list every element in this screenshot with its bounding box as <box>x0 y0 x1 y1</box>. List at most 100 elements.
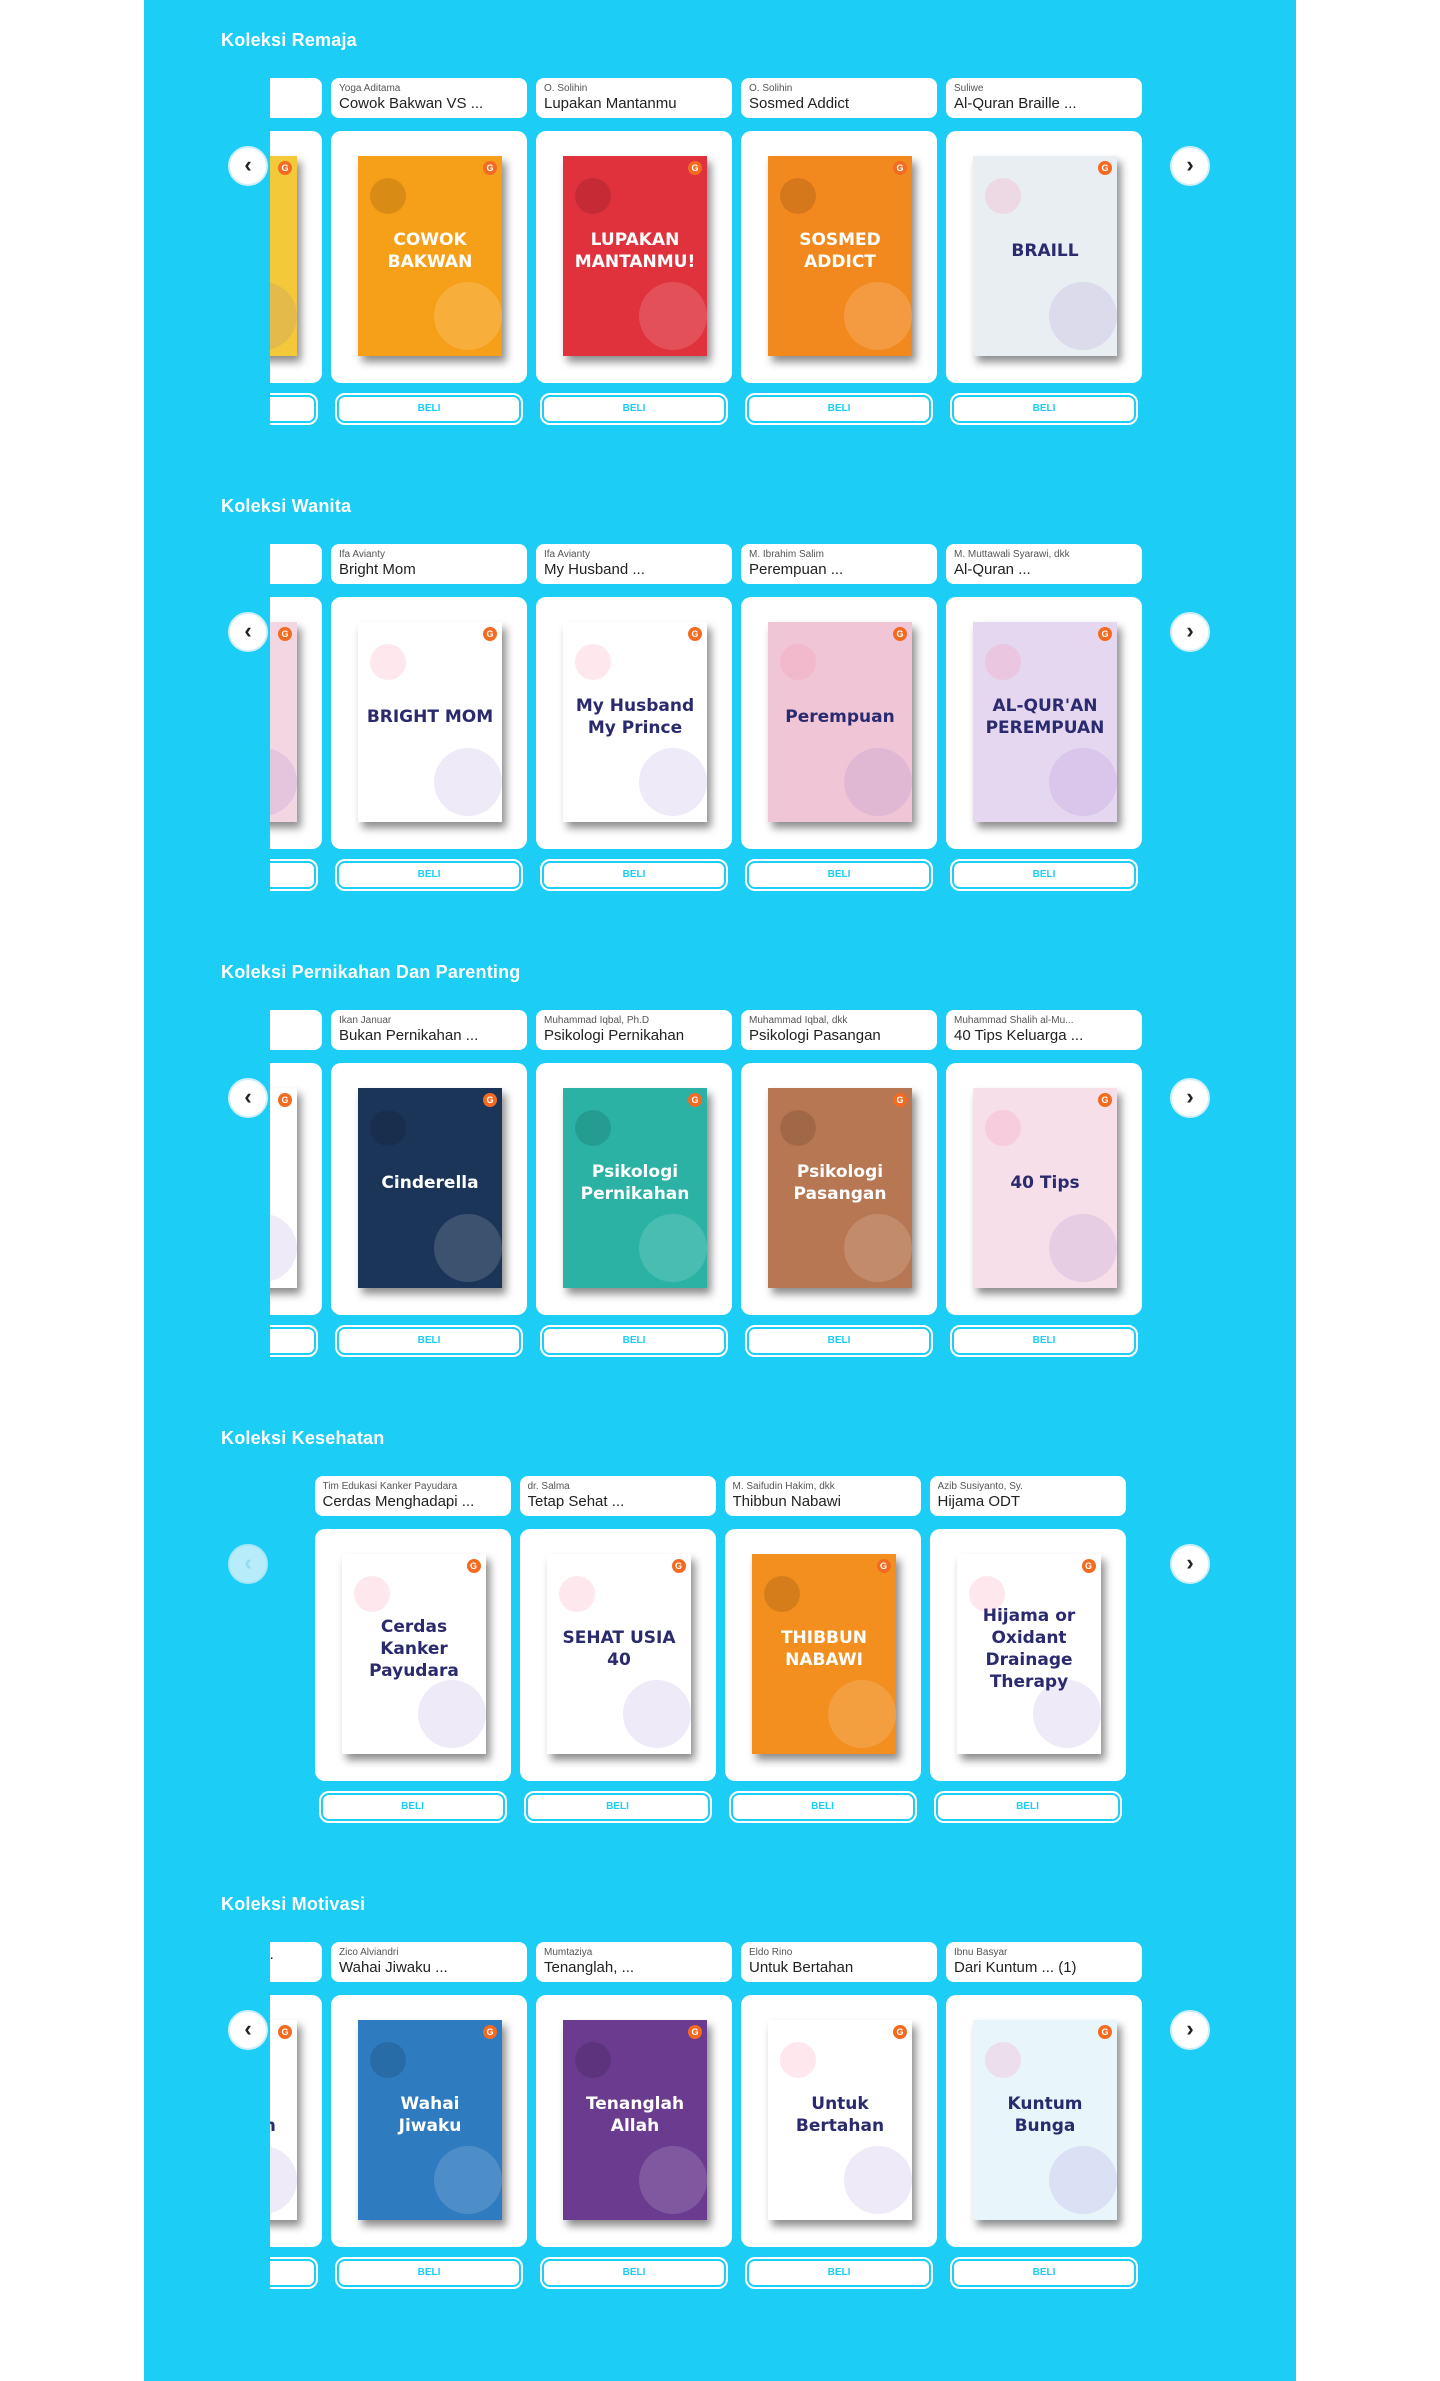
book-cover-frame[interactable]: 40 Tips G <box>946 1063 1142 1315</box>
buy-button[interactable]: BELI <box>950 859 1138 891</box>
book-title[interactable]: Thibbun Nabawi <box>733 1493 913 1511</box>
book-header[interactable]: M. Ibrahim Salim Perempuan ... <box>741 544 937 584</box>
book-title[interactable]: Lupakan Mantanmu <box>544 95 724 113</box>
book-title[interactable]: Dari Kuntum ... (1) <box>954 1959 1134 1977</box>
book-cover-image[interactable]: Untuk Bertahan G <box>768 2020 912 2220</box>
book-cover-image[interactable]: Cerdas Kanker Payudara G <box>341 1554 486 1754</box>
book-header[interactable]: Muhammad Iqbal, Ph.D Psikologi Pernikahan <box>536 1010 732 1050</box>
buy-button[interactable]: BELI <box>523 1791 712 1823</box>
book-header[interactable]: dr. Salma Tetap Sehat ... <box>519 1476 716 1516</box>
book-title[interactable]: Psikologi Pasangan <box>749 1027 929 1045</box>
buy-button[interactable]: BELI <box>540 2257 728 2289</box>
buy-button[interactable]: BELI <box>335 2257 523 2289</box>
book-cover-image[interactable]: THIBBUN NABAWI G <box>751 1554 896 1754</box>
book-title[interactable]: Tetap Sehat ... <box>528 1493 708 1511</box>
book-header[interactable]: Tim Edukasi Kanker Payudara Cerdas Mengha… <box>314 1476 511 1516</box>
book-header[interactable]: Wajah Wajah Suami <box>270 1010 322 1050</box>
book-title[interactable]: Hijama ODT <box>938 1493 1118 1511</box>
book-header[interactable]: Mumtaziya Tenanglah, ... <box>536 1942 732 1982</box>
book-title[interactable]: Wahai Jiwaku ... <box>339 1959 519 1977</box>
buy-button[interactable]: BELI <box>270 859 318 891</box>
book-header[interactable]: Ensiklopedi Doa ... <box>270 544 322 584</box>
book-title[interactable]: Al-Quran Braille ... <box>954 95 1134 113</box>
book-title[interactable]: Cerdas Menghadapi ... <box>323 1493 503 1511</box>
book-cover-image[interactable]: Psikologi Pasangan G <box>768 1088 912 1288</box>
book-header[interactable]: Zico Alviandri Wahai Jiwaku ... <box>331 1942 527 1982</box>
book-header[interactable]: M. Saifudin Hakim, dkk Thibbun Nabawi <box>724 1476 921 1516</box>
book-cover-frame[interactable]: THIBBUN NABAWI G <box>724 1529 921 1781</box>
carousel-next-button[interactable]: › <box>1170 2010 1210 2050</box>
carousel-prev-button[interactable]: ‹ <box>228 1544 268 1584</box>
carousel-next-button[interactable]: › <box>1170 1544 1210 1584</box>
book-cover-frame[interactable]: SUAMIG <box>270 1063 322 1315</box>
book-header[interactable]: Yoga Aditama Cowok Bakwan VS ... <box>331 78 527 118</box>
book-cover-image[interactable]: SUAMIG <box>270 1088 297 1288</box>
book-title[interactable]: Untuk Bertahan <box>749 1959 929 1977</box>
book-cover-frame[interactable]: SEHAT USIA 40 G <box>519 1529 716 1781</box>
book-cover-frame[interactable]: BRAILL G <box>946 131 1142 383</box>
book-cover-frame[interactable]: Psikologi Pernikahan G <box>536 1063 732 1315</box>
book-cover-image[interactable]: Perempuan G <box>768 622 912 822</box>
book-cover-image[interactable]: OM LO'SG <box>270 156 297 356</box>
book-cover-image[interactable]: LUPAKAN MANTANMU! G <box>563 156 707 356</box>
carousel-prev-button[interactable]: ‹ <box>228 146 268 186</box>
book-cover-frame[interactable]: SOSMED ADDICT G <box>741 131 937 383</box>
buy-button[interactable]: BELI <box>728 1791 917 1823</box>
buy-button[interactable]: BELI <box>540 859 728 891</box>
buy-button[interactable]: BELI <box>270 393 318 425</box>
book-title[interactable]: Wajah Wajah Suami <box>270 1014 314 1032</box>
book-cover-image[interactable]: 40 Tips G <box>973 1088 1117 1288</box>
book-title[interactable]: Langkah 10 Tahun ... <box>270 1946 314 1964</box>
book-header[interactable]: Ifa Avianty Bright Mom <box>331 544 527 584</box>
book-header[interactable]: Muhammad Shalih al-Mu... 40 Tips Keluarga… <box>946 1010 1142 1050</box>
book-cover-image[interactable]: Tenanglah Allah G <box>563 2020 707 2220</box>
book-cover-frame[interactable]: Wahai Jiwaku G <box>331 1995 527 2247</box>
book-header[interactable]: Tom Lo's Diary <box>270 78 322 118</box>
book-header[interactable]: O. Solihin Sosmed Addict <box>741 78 937 118</box>
book-title[interactable]: Perempuan ... <box>749 561 929 579</box>
book-header[interactable]: Ifa Avianty My Husband ... <box>536 544 732 584</box>
buy-button[interactable]: BELI <box>950 2257 1138 2289</box>
book-title[interactable]: Bukan Pernikahan ... <box>339 1027 519 1045</box>
book-header[interactable]: Ikan Januar Bukan Pernikahan ... <box>331 1010 527 1050</box>
book-cover-frame[interactable]: Perempuan G <box>741 597 937 849</box>
book-cover-image[interactable]: My Husband My Prince G <box>563 622 707 822</box>
book-cover-frame[interactable]: LUPAKAN MANTANMU! G <box>536 131 732 383</box>
book-header[interactable]: Langkah 10 Tahun ... <box>270 1942 322 1982</box>
book-cover-frame[interactable]: Kuntum Bunga G <box>946 1995 1142 2247</box>
carousel-next-button[interactable]: › <box>1170 1078 1210 1118</box>
book-cover-frame[interactable]: Psikologi Pasangan G <box>741 1063 937 1315</box>
book-header[interactable]: O. Solihin Lupakan Mantanmu <box>536 78 732 118</box>
book-cover-frame[interactable]: Cinderella G <box>331 1063 527 1315</box>
book-cover-image[interactable]: BRIGHT MOM G <box>358 622 502 822</box>
book-title[interactable]: My Husband ... <box>544 561 724 579</box>
book-cover-image[interactable]: Wahai Jiwaku G <box>358 2020 502 2220</box>
book-header[interactable]: Ibnu Basyar Dari Kuntum ... (1) <box>946 1942 1142 1982</box>
book-cover-frame[interactable]: Untuk Bertahan G <box>741 1995 937 2247</box>
book-header[interactable]: Suliwe Al-Quran Braille ... <box>946 78 1142 118</box>
book-header[interactable]: Muhammad Iqbal, dkk Psikologi Pasangan <box>741 1010 937 1050</box>
buy-button[interactable]: BELI <box>335 859 523 891</box>
book-title[interactable]: 40 Tips Keluarga ... <box>954 1027 1134 1045</box>
buy-button[interactable]: BELI <box>270 2257 318 2289</box>
buy-button[interactable]: BELI <box>745 1325 933 1357</box>
book-header[interactable]: Azib Susiyanto, Sy. Hijama ODT <box>929 1476 1126 1516</box>
book-cover-frame[interactable]: MerajutKesabaranG <box>270 1995 322 2247</box>
book-cover-frame[interactable]: OM LO'SG <box>270 131 322 383</box>
book-cover-frame[interactable]: Hijama or Oxidant Drainage Therapy G <box>929 1529 1126 1781</box>
buy-button[interactable]: BELI <box>950 1325 1138 1357</box>
book-cover-image[interactable]: Cinderella G <box>358 1088 502 1288</box>
book-title[interactable]: Cowok Bakwan VS ... <box>339 95 519 113</box>
book-title[interactable]: Ensiklopedi Doa ... <box>270 548 314 566</box>
book-cover-image[interactable]: AL-QUR'AN PEREMPUAN G <box>973 622 1117 822</box>
book-title[interactable]: Tom Lo's Diary <box>270 82 314 100</box>
book-cover-frame[interactable]: AL-QUR'AN PEREMPUAN G <box>946 597 1142 849</box>
buy-button[interactable]: BELI <box>540 393 728 425</box>
buy-button[interactable]: BELI <box>950 393 1138 425</box>
book-title[interactable]: Sosmed Addict <box>749 95 929 113</box>
buy-button[interactable]: BELI <box>335 1325 523 1357</box>
carousel-prev-button[interactable]: ‹ <box>228 2010 268 2050</box>
book-title[interactable]: Tenanglah, ... <box>544 1959 724 1977</box>
carousel-prev-button[interactable]: ‹ <box>228 1078 268 1118</box>
book-cover-image[interactable]: Hijama or Oxidant Drainage Therapy G <box>956 1554 1101 1754</box>
